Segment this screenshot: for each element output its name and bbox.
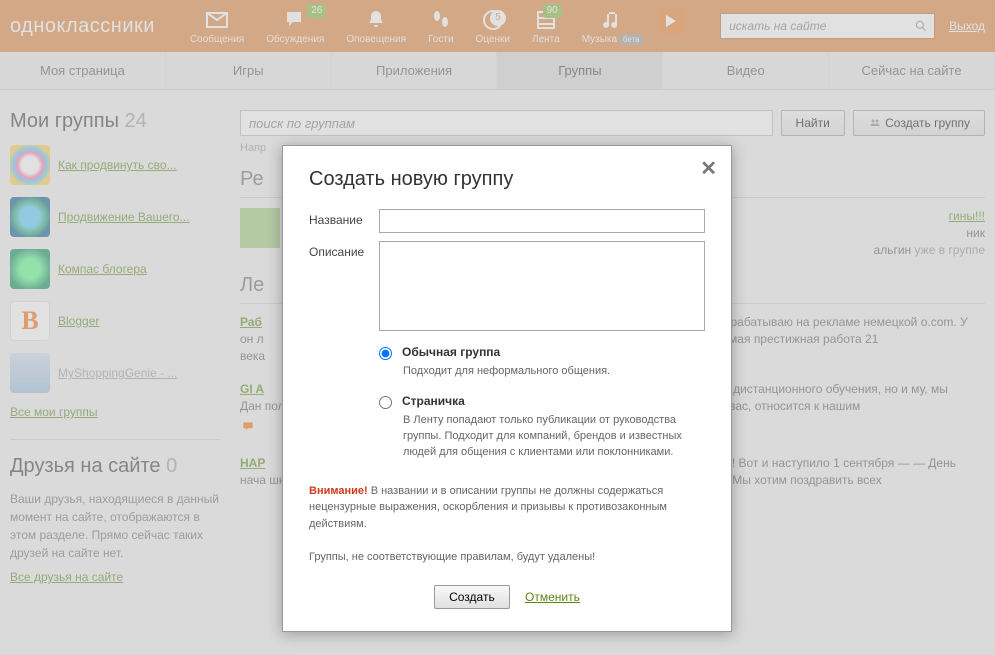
modal-actions: Создать Отменить — [309, 585, 705, 609]
group-name-input[interactable] — [379, 209, 705, 233]
desc-label: Описание — [309, 241, 379, 331]
name-label: Название — [309, 209, 379, 233]
warning-text: Внимание! В названии и в описании группы… — [309, 483, 705, 566]
modal-body: Создать новую группу Название Описание О… — [283, 146, 731, 631]
create-group-modal: ✕ Создать новую группу Название Описание… — [282, 145, 732, 632]
page-desc: В Ленту попадают только публикации от ру… — [403, 413, 705, 461]
modal-title: Создать новую группу — [309, 168, 705, 191]
cancel-link[interactable]: Отменить — [525, 590, 580, 604]
page-radio[interactable] — [379, 396, 392, 409]
name-row: Название — [309, 209, 705, 233]
type-option-page[interactable]: Страничка — [379, 394, 705, 409]
create-submit-button[interactable]: Создать — [434, 585, 510, 609]
modal-close-button[interactable]: ✕ — [700, 156, 717, 181]
type-option-regular[interactable]: Обычная группа — [379, 345, 705, 360]
desc-row: Описание — [309, 241, 705, 331]
regular-radio[interactable] — [379, 347, 392, 360]
group-desc-input[interactable] — [379, 241, 705, 331]
regular-desc: Подходит для неформального общения. — [403, 364, 705, 380]
